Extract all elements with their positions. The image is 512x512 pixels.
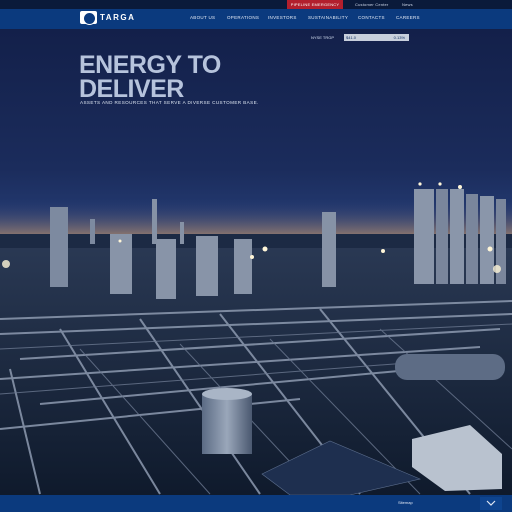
chevron-down-icon	[486, 500, 496, 506]
logo-text[interactable]: TARGA	[100, 13, 135, 23]
scroll-down-button[interactable]	[480, 497, 502, 510]
hero-banner	[0, 29, 512, 495]
customer-center-link[interactable]: Customer Center	[355, 0, 388, 9]
nav-investors[interactable]: INVESTORS	[268, 15, 297, 21]
pipeline-emergency-button[interactable]: PIPELINE EMERGENCY	[287, 0, 343, 9]
footer-bar	[0, 495, 512, 512]
stock-price: $41.0	[346, 35, 357, 40]
hero-title: ENERGY TO DELIVER	[79, 51, 239, 103]
news-link[interactable]: News	[402, 0, 413, 9]
hero-subtitle: ASSETS AND RESOURCES THAT SERVE A DIVERS…	[80, 100, 259, 105]
utility-bar	[0, 0, 512, 9]
hero-refinery-image	[0, 182, 512, 495]
stock-quote-box[interactable]: $41.0 0.13%	[344, 34, 409, 41]
hero-title-line-2: DELIVER	[79, 75, 184, 103]
nav-operations[interactable]: OPERATIONS	[227, 15, 259, 21]
hero-title-line-1: ENERGY TO	[79, 51, 221, 79]
targa-logo-icon[interactable]	[80, 11, 97, 25]
nav-about-us[interactable]: ABOUT US	[190, 15, 215, 21]
stock-change: 0.13%	[393, 35, 405, 40]
sitemap-link[interactable]: Sitemap	[398, 500, 413, 505]
nav-sustainability[interactable]: SUSTAINABILITY	[308, 15, 348, 21]
stock-ticker-label: NYSE TRGP	[311, 35, 335, 40]
nav-careers[interactable]: CAREERS	[396, 15, 420, 21]
nav-contacts[interactable]: CONTACTS	[358, 15, 385, 21]
